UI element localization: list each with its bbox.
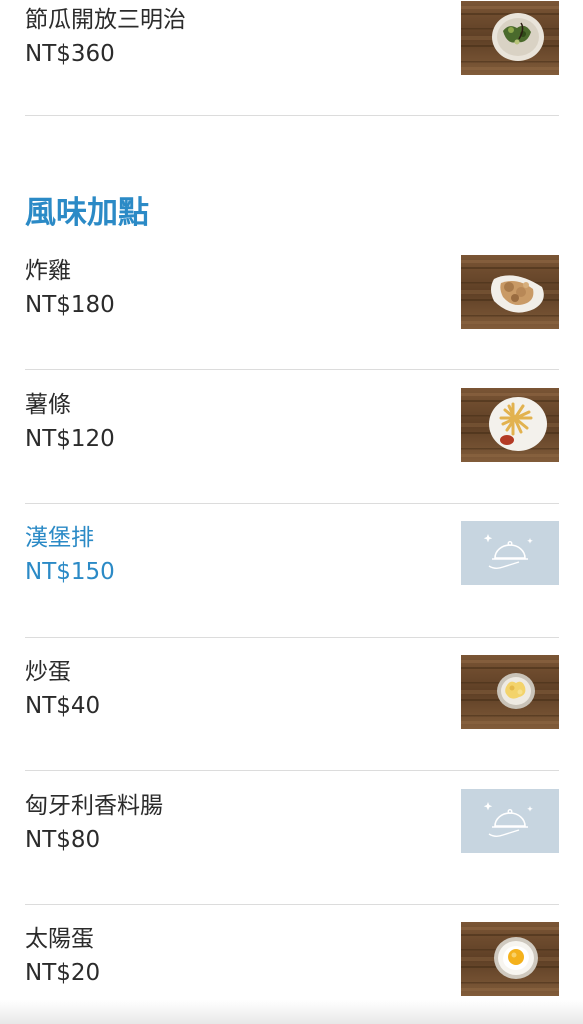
menu-item-price: NT$120: [25, 426, 115, 452]
zucchini-sandwich-photo: [461, 1, 559, 75]
menu-item-name: 太陽蛋: [25, 926, 94, 952]
menu-item-name: 炸雞: [25, 258, 71, 284]
menu-item-name: 匈牙利香料腸: [25, 793, 163, 819]
divider: [25, 904, 559, 905]
fried-egg-photo: [461, 922, 559, 996]
menu-item-price: NT$40: [25, 693, 101, 719]
menu-item-name: 節瓜開放三明治: [25, 7, 186, 33]
divider: [25, 503, 559, 504]
menu-item-price: NT$180: [25, 292, 115, 318]
menu-item-price: NT$150: [25, 559, 115, 585]
fried-chicken-photo: [461, 255, 559, 329]
divider: [25, 369, 559, 370]
french-fries-photo: [461, 388, 559, 462]
scrambled-eggs-photo: [461, 655, 559, 729]
menu-item-name: 炒蛋: [25, 659, 71, 685]
menu-item[interactable]: 節瓜開放三明治 NT$360: [25, 1, 559, 139]
placeholder-cloche-icon: [461, 789, 559, 853]
divider: [25, 115, 559, 116]
menu-page: 節瓜開放三明治 NT$360 風味加點 炸雞 NT$180 薯條 NT$120 …: [0, 0, 583, 1024]
menu-item-price: NT$80: [25, 827, 101, 853]
placeholder-cloche-icon: [461, 521, 559, 585]
menu-item-name: 薯條: [25, 392, 71, 418]
divider: [25, 637, 559, 638]
section-title: 風味加點: [25, 195, 149, 231]
menu-item-price: NT$20: [25, 960, 101, 986]
menu-item-name: 漢堡排: [25, 525, 94, 551]
scroll-fade: [0, 1000, 583, 1024]
menu-item-price: NT$360: [25, 41, 115, 67]
divider: [25, 770, 559, 771]
